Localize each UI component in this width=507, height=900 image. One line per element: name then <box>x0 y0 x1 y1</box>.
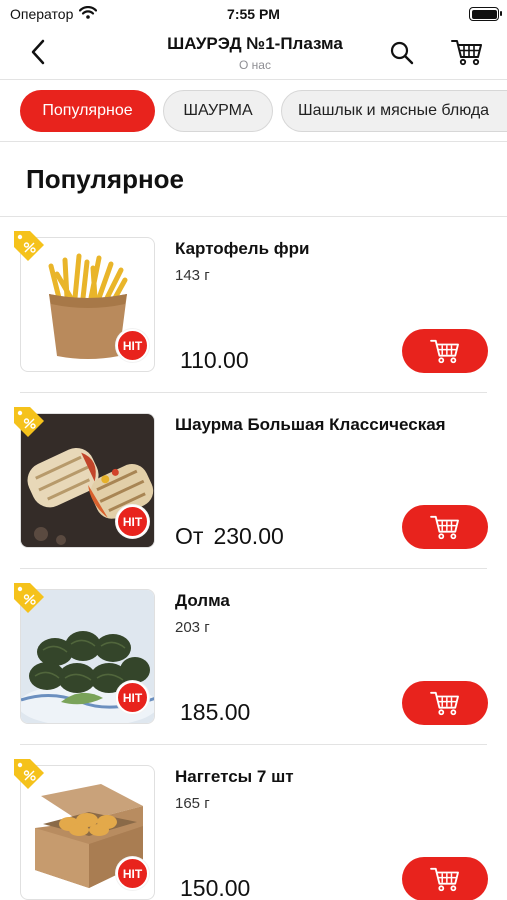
item-price-value: 150.00 <box>180 875 251 900</box>
item-name[interactable]: Картофель фри <box>175 239 309 259</box>
cart-button[interactable] <box>450 36 484 68</box>
item-price: 185.00 <box>180 699 250 726</box>
cart-icon <box>451 40 482 66</box>
hit-badge: HIT <box>116 681 149 714</box>
item-price-prefix: От <box>175 523 204 549</box>
item-price: 110.00 <box>180 347 249 374</box>
back-button[interactable] <box>24 36 52 68</box>
item-weight: 203 г <box>175 619 210 636</box>
status-time: 7:55 PM <box>227 6 280 22</box>
back-chevron-icon <box>31 39 45 65</box>
discount-tag-icon <box>12 757 46 791</box>
page-title: ШАУРЭД №1-Плазма <box>167 34 343 53</box>
menu-item[interactable]: HIT Долма 203 г 185.00 <box>0 569 507 745</box>
add-to-cart-button[interactable] <box>402 505 488 549</box>
item-price: От 230.00 <box>175 523 284 550</box>
item-price-value: 230.00 <box>213 523 284 549</box>
add-to-cart-icon <box>430 691 459 716</box>
item-price: 150.00 <box>180 875 250 900</box>
battery-icon <box>469 7 502 21</box>
item-name[interactable]: Долма <box>175 591 230 611</box>
search-icon <box>390 41 414 65</box>
add-to-cart-button[interactable] <box>402 329 488 373</box>
add-to-cart-icon <box>430 515 459 540</box>
category-tabs: Популярное ШАУРМА Шашлык и мясные блюда <box>0 80 507 142</box>
add-to-cart-icon <box>430 339 459 364</box>
about-link[interactable]: О нас <box>120 58 390 72</box>
hit-badge: HIT <box>116 505 149 538</box>
discount-tag-icon <box>12 581 46 615</box>
add-to-cart-button[interactable] <box>402 857 488 900</box>
nav-header: ШАУРЭД №1-Плазма О нас <box>0 28 507 80</box>
item-weight: 165 г <box>175 795 210 812</box>
item-price-value: 185.00 <box>180 699 251 725</box>
hit-badge: HIT <box>116 329 149 362</box>
search-button[interactable] <box>386 38 418 68</box>
item-name[interactable]: Шаурма Большая Классическая <box>175 415 446 435</box>
menu-item[interactable]: HIT Шаурма Большая Классическая От 230.00 <box>0 393 507 569</box>
add-to-cart-icon <box>430 867 459 892</box>
discount-tag-icon <box>12 405 46 439</box>
add-to-cart-button[interactable] <box>402 681 488 725</box>
menu-item[interactable]: HIT Наггетсы 7 шт 165 г 150.00 <box>0 745 507 900</box>
status-bar: Оператор 7:55 PM <box>0 0 507 28</box>
hit-badge: HIT <box>116 857 149 890</box>
item-price-value: 110.00 <box>180 347 249 373</box>
item-weight: 143 г <box>175 267 210 284</box>
item-name[interactable]: Наггетсы 7 шт <box>175 767 294 787</box>
header-title-block[interactable]: ШАУРЭД №1-Плазма О нас <box>120 34 390 72</box>
menu-item[interactable]: HIT Картофель фри 143 г 110.00 <box>0 217 507 393</box>
tab-shawarma[interactable]: ШАУРМА <box>163 90 273 132</box>
discount-tag-icon <box>12 229 46 263</box>
tab-popular[interactable]: Популярное <box>20 90 155 132</box>
tab-shashlik[interactable]: Шашлык и мясные блюда <box>281 90 507 132</box>
section-title: Популярное <box>26 164 185 194</box>
